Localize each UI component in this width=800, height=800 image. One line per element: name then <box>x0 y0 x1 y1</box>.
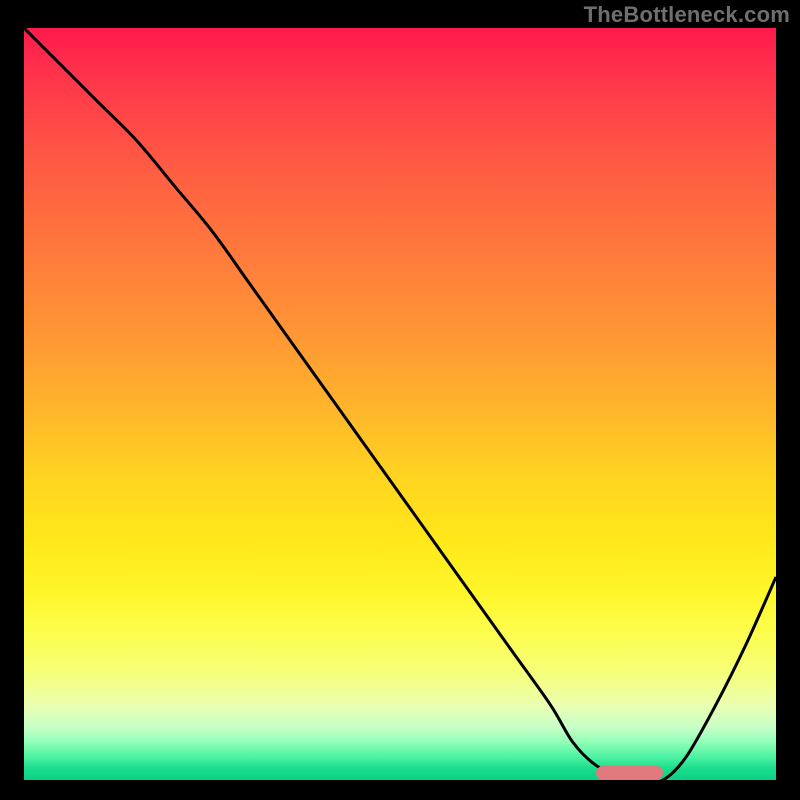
chart-frame: TheBottleneck.com <box>0 0 800 800</box>
optimal-range-marker <box>596 766 664 780</box>
watermark-text: TheBottleneck.com <box>584 2 790 28</box>
chart-plot-area <box>24 28 776 780</box>
bottleneck-curve <box>24 28 776 780</box>
